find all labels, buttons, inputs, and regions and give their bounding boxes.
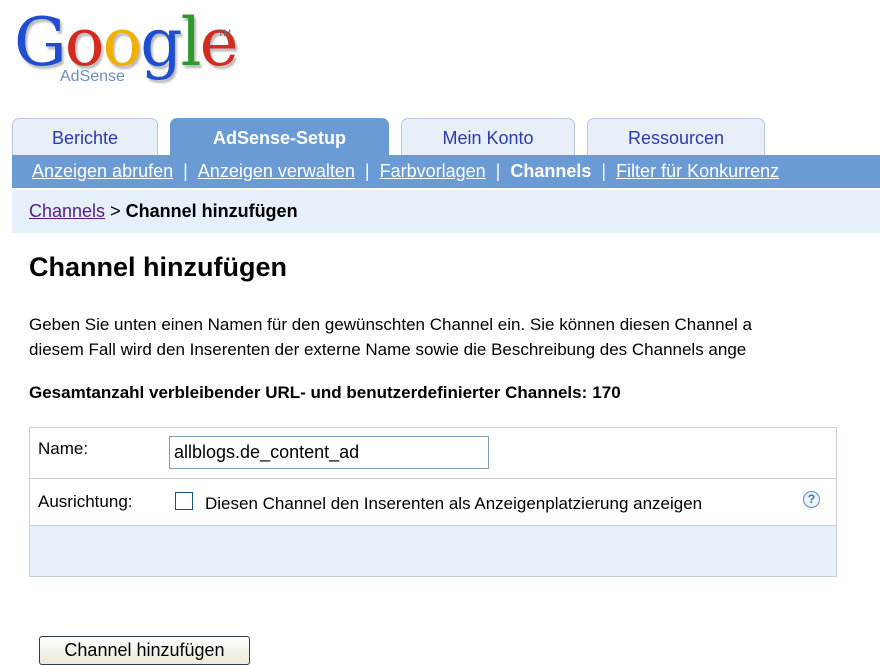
logo-trademark: TM (218, 28, 231, 38)
channel-count-label: Gesamtanzahl verbleibender URL- und benu… (29, 383, 588, 402)
placement-checkbox[interactable] (175, 492, 193, 510)
subnav-separator: | (364, 161, 370, 181)
targeting-label: Ausrichtung: (38, 492, 133, 511)
description-text: Geben Sie unten einen Namen für den gewü… (29, 312, 880, 362)
breadcrumb: Channels > Channel hinzufügen (12, 190, 880, 233)
tab-label: Ressourcen (627, 128, 725, 148)
targeting-row: Ausrichtung: Diesen Channel den Inserent… (30, 478, 836, 526)
add-channel-form: Name: Ausrichtung: Diesen Channel den In… (29, 427, 837, 665)
add-channel-button[interactable]: Channel hinzufügen (39, 636, 250, 665)
logo-letter: o (102, 4, 142, 81)
tab-mein-konto[interactable]: Mein Konto (401, 118, 575, 158)
subnav-anzeigen-verwalten[interactable]: Anzeigen verwalten (198, 161, 355, 182)
logo-letter: l (180, 4, 201, 81)
tab-ressourcen[interactable]: Ressourcen (587, 118, 765, 158)
logo-letter: e (199, 4, 239, 81)
name-row: Name: (30, 428, 836, 479)
tab-label: Berichte (51, 128, 119, 148)
subnav-farbvorlagen[interactable]: Farbvorlagen (380, 161, 486, 182)
subnav-separator: | (495, 161, 501, 181)
tab-label: Mein Konto (442, 128, 534, 148)
subnav-separator: | (601, 161, 607, 181)
logo-letter: o (64, 4, 105, 81)
logo-letter: G (14, 4, 67, 81)
breadcrumb-channels-link[interactable]: Channels (29, 201, 105, 222)
channel-count: Gesamtanzahl verbleibender URL- und benu… (29, 383, 621, 403)
placement-checkbox-label[interactable]: Diesen Channel den Inserenten als Anzeig… (205, 494, 702, 514)
logo-letter: g (140, 4, 182, 81)
breadcrumb-arrow: > (110, 201, 121, 221)
channel-count-value: 170 (592, 383, 621, 402)
description-line-2: diesem Fall wird den Inserenten der exte… (29, 340, 747, 359)
logo-wordmark: Google (14, 4, 239, 81)
tab-adsense-setup[interactable]: AdSense-Setup (170, 118, 389, 158)
subnav-anzeigen-abrufen[interactable]: Anzeigen abrufen (32, 161, 173, 182)
tab-berichte[interactable]: Berichte (12, 118, 158, 158)
logo-adsense-label: AdSense (60, 68, 125, 85)
subnav-channels: Channels (510, 161, 592, 181)
submit-row: Channel hinzufügen (30, 526, 836, 665)
sub-navigation: Anzeigen abrufen | Anzeigen verwalten | … (12, 155, 880, 188)
tab-label: AdSense-Setup (212, 128, 347, 148)
breadcrumb-current: Channel hinzufügen (125, 201, 298, 221)
description-line-1: Geben Sie unten einen Namen für den gewü… (29, 315, 753, 334)
name-label: Name: (38, 439, 89, 458)
page-title: Channel hinzufügen (29, 252, 287, 282)
subnav-filter-konkurrenz[interactable]: Filter für Konkurrenz (616, 161, 779, 182)
subnav-separator: | (183, 161, 188, 181)
channel-name-input[interactable] (169, 436, 489, 469)
help-icon[interactable]: ? (803, 491, 820, 508)
google-adsense-logo: Google TM AdSense (14, 10, 244, 95)
